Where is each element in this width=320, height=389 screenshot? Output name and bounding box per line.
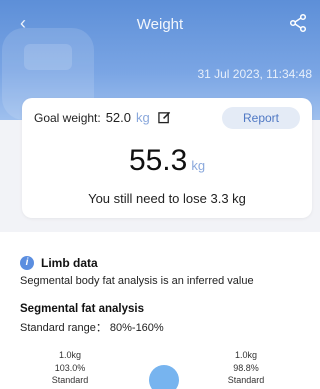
goal-weight-value: 52.0 <box>105 110 132 125</box>
share-icon[interactable] <box>288 13 308 33</box>
limb-data-title: Limb data <box>41 256 98 270</box>
weight-card: Goal weight: 52.0 kg Report 55.3 kg You s… <box>22 98 312 218</box>
body-figure-icon <box>149 365 179 389</box>
goal-weight-unit: kg <box>136 110 150 125</box>
left-arm-stats: 1.0kg 103.0% Standard <box>40 349 100 387</box>
scale-dial <box>24 44 72 70</box>
edit-icon[interactable] <box>158 111 171 124</box>
limb-data-header: i Limb data <box>20 256 98 270</box>
right-arm-status: Standard <box>227 375 265 385</box>
left-arm-mass: 1.0kg <box>58 350 82 360</box>
right-arm-mass: 1.0kg <box>234 350 258 360</box>
right-arm-stats: 1.0kg 98.8% Standard <box>216 349 276 387</box>
report-button[interactable]: Report <box>222 107 300 129</box>
standard-range: Standard range： 80%-160% <box>20 322 164 334</box>
segmental-fat-title: Segmental fat analysis <box>20 303 144 315</box>
left-arm-percent: 103.0% <box>54 362 86 373</box>
measurement-datetime: 31 Jul 2023, 11:34:48 <box>197 67 312 81</box>
current-weight-value: 55.3 <box>128 144 188 177</box>
goal-weight: Goal weight: 52.0 kg <box>34 110 171 125</box>
limb-data-subtitle: Segmental body fat analysis is an inferr… <box>20 275 254 287</box>
limb-data-section: i Limb data Segmental body fat analysis … <box>0 232 320 389</box>
weight-hint: You still need to lose 3.3 kg <box>88 191 246 206</box>
left-arm-status: Standard <box>51 375 89 385</box>
current-weight-unit: kg <box>191 158 206 173</box>
page-title: Weight <box>136 16 184 33</box>
current-weight: 55.3 kg <box>22 144 312 178</box>
right-arm-percent: 98.8% <box>233 362 259 373</box>
info-icon: i <box>20 256 34 270</box>
goal-weight-label: Goal weight: <box>34 111 101 125</box>
